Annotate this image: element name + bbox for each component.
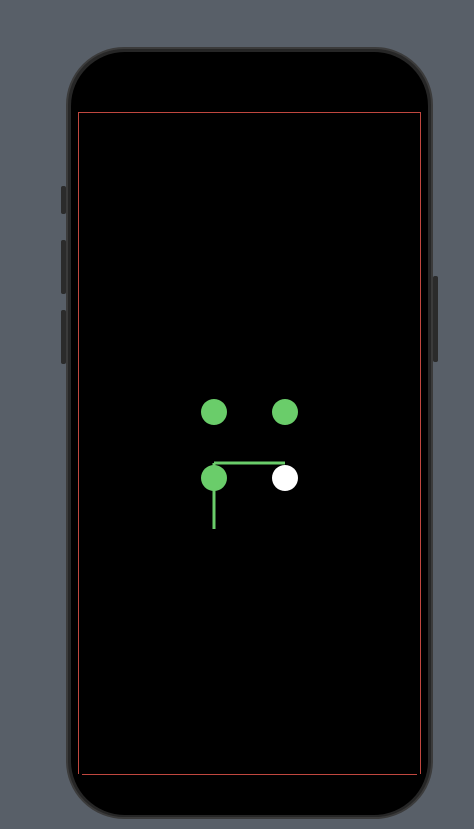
simulator-stage [0, 0, 474, 829]
pattern-dot-top-right[interactable] [272, 399, 298, 425]
pattern-dot-bottom-right[interactable] [272, 465, 298, 491]
pattern-dot-top-left[interactable] [201, 399, 227, 425]
power-button [433, 276, 438, 362]
safe-area-guide [78, 112, 421, 774]
bottom-safe-area-line [82, 774, 417, 775]
phone-screen[interactable] [71, 52, 428, 815]
pattern-dot-bottom-left[interactable] [201, 465, 227, 491]
